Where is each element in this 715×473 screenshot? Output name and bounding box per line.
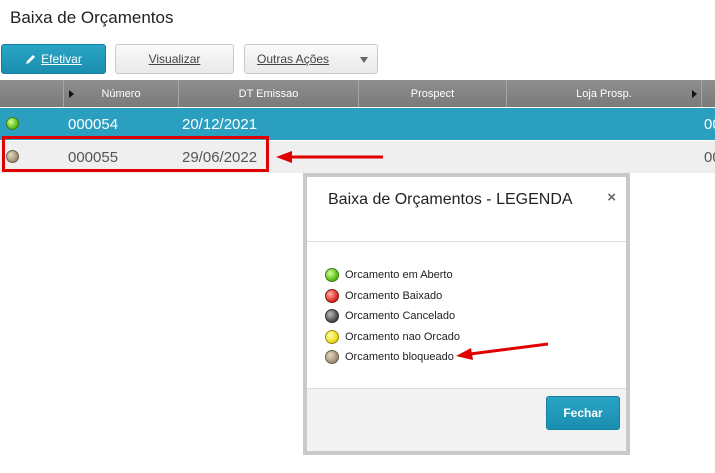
column-header-overflow [702,80,715,107]
legend-label: Orcamento em Aberto [345,269,453,282]
status-green-icon [6,117,19,130]
efetivar-label: Efetivar [41,52,82,66]
status-red-icon [325,288,339,303]
fechar-button[interactable]: Fechar [546,396,620,430]
outras-acoes-label: Outras Ações [257,52,330,66]
visualizar-label: Visualizar [148,52,201,66]
pencil-icon [25,53,37,65]
column-header-loja-prosp[interactable]: Loja Prosp. [507,80,702,107]
legend-label: Orcamento bloqueado [345,351,454,364]
legend-item: Orcamento Cancelado [307,306,626,327]
legend-label: Orcamento nao Orcado [345,330,460,343]
column-header-dt-emissao[interactable]: DT Emissao [179,80,359,107]
dialog-title: Baixa de Orçamentos - LEGENDA [328,191,573,208]
sort-arrow-icon [69,90,74,98]
status-yellow-icon [325,329,339,344]
dialog-body: Orcamento em Aberto Orcamento Baixado Or… [307,242,626,389]
efetivar-button[interactable]: Efetivar [1,44,106,74]
status-dark-gray-icon [325,309,339,324]
column-header-prospect-label: Prospect [410,87,455,100]
chevron-down-icon [360,57,368,63]
legend-item: Orcamento em Aberto [307,265,626,286]
cell-truncated: 00 [704,148,715,166]
dialog-footer: Fechar [307,388,626,451]
legend-item: Orcamento nao Orcado [307,327,626,348]
legend-item: Orcamento Baixado [307,286,626,307]
status-green-icon [325,268,339,283]
legend-item: Orcamento bloqueado [307,347,626,368]
legend-label: Orcamento Cancelado [345,310,456,323]
close-icon[interactable]: × [607,189,616,206]
column-header-dt-emissao-label: DT Emissao [238,87,299,100]
column-header-numero-label: Número [101,87,141,100]
legend-label: Orcamento Baixado [345,289,443,302]
column-header-prospect[interactable]: Prospect [359,80,507,107]
annotation-highlight-box [2,136,269,172]
outras-acoes-button[interactable]: Outras Ações [244,44,378,74]
scroll-right-arrow-icon[interactable] [692,90,697,98]
column-header-loja-prosp-label: Loja Prosp. [576,87,632,100]
dialog-header: Baixa de Orçamentos - LEGENDA × [307,177,626,242]
cell-truncated: 00 [704,115,715,133]
status-tan-icon [325,350,339,365]
grid-header: Número DT Emissao Prospect Loja Prosp. [0,80,715,107]
legend-dialog: Baixa de Orçamentos - LEGENDA × Orcament… [303,173,630,455]
column-header-status[interactable] [0,80,64,107]
visualizar-button[interactable]: Visualizar [115,44,234,74]
cell-dt-emissao: 20/12/2021 [182,115,258,133]
cell-numero: 000054 [68,115,119,133]
page-title: Baixa de Orçamentos [10,8,174,27]
column-header-numero[interactable]: Número [64,80,179,107]
